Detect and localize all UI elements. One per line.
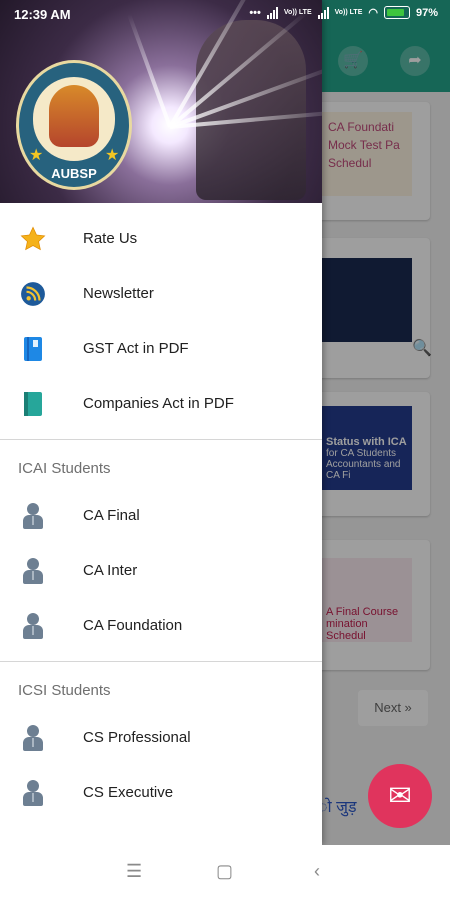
status-icons: ••• Vo)) LTE Vo)) LTE ◠ 97% (249, 6, 438, 19)
section-title: ICAI Students (18, 460, 111, 477)
status-time: 12:39 AM (14, 7, 71, 22)
star-icon (19, 225, 47, 253)
system-nav-bar: ☰ ▢ ‹ (0, 845, 450, 900)
network-2-label: Vo)) LTE (334, 9, 363, 16)
person-icon (19, 724, 47, 752)
star-icon: ★ (29, 147, 44, 164)
menu-item-cs-professional[interactable]: CS Professional (0, 710, 322, 765)
mail-fab-button[interactable]: ✉ (368, 764, 432, 828)
menu-item-label: Rate Us (83, 230, 138, 247)
menu-item-companies-act[interactable]: Companies Act in PDF (0, 376, 322, 431)
menu-item-label: CA Inter (83, 562, 138, 579)
section-header: ICSI Students (0, 662, 322, 710)
menu-icon[interactable]: ☰ (126, 861, 142, 882)
navigation-drawer: ★ ★ AUBSP Rate Us Newsletter GST Act in … (0, 0, 322, 845)
battery-icon (383, 6, 410, 19)
menu-item-ca-foundation[interactable]: CA Foundation (0, 598, 322, 653)
wifi-icon: ◠ (368, 7, 378, 19)
signal-icon (266, 6, 278, 19)
drawer-menu: Rate Us Newsletter GST Act in PDF Compan… (0, 211, 322, 820)
menu-item-label: CA Final (83, 507, 140, 524)
signal-icon (317, 6, 329, 19)
menu-item-gst-act[interactable]: GST Act in PDF (0, 321, 322, 376)
mail-icon: ✉ (388, 780, 412, 811)
drawer-header: ★ ★ AUBSP (0, 0, 322, 203)
menu-item-label: CS Professional (83, 729, 191, 746)
menu-item-label: GST Act in PDF (83, 340, 189, 357)
section-header: ICAI Students (0, 440, 322, 488)
section-title: ICSI Students (18, 682, 111, 699)
menu-item-label: CS Executive (83, 784, 174, 801)
menu-item-cs-executive[interactable]: CS Executive (0, 765, 322, 820)
person-icon (19, 779, 47, 807)
menu-item-label: CA Foundation (83, 617, 183, 634)
back-icon[interactable]: ‹ (314, 861, 320, 882)
logo-text: AUBSP (51, 166, 97, 181)
book-blue-icon (19, 335, 47, 363)
menu-item-ca-inter[interactable]: CA Inter (0, 543, 322, 598)
network-1-label: Vo)) LTE (283, 9, 312, 16)
aubsp-logo: ★ ★ AUBSP (16, 60, 132, 190)
book-green-icon (19, 390, 47, 418)
person-icon (19, 557, 47, 585)
status-bar: 12:39 AM ••• Vo)) LTE Vo)) LTE ◠ 97% (0, 0, 450, 30)
rss-icon (19, 280, 47, 308)
menu-item-label: Companies Act in PDF (83, 395, 234, 412)
person-icon (19, 612, 47, 640)
star-icon: ★ (105, 147, 120, 164)
dots-icon: ••• (249, 6, 261, 19)
menu-item-newsletter[interactable]: Newsletter (0, 266, 322, 321)
menu-item-rate-us[interactable]: Rate Us (0, 211, 322, 266)
menu-item-ca-final[interactable]: CA Final (0, 488, 322, 543)
person-icon (19, 502, 47, 530)
menu-item-label: Newsletter (83, 285, 154, 302)
home-icon[interactable]: ▢ (216, 861, 233, 882)
saraswati-image (49, 85, 99, 147)
battery-level: 97% (415, 6, 438, 19)
